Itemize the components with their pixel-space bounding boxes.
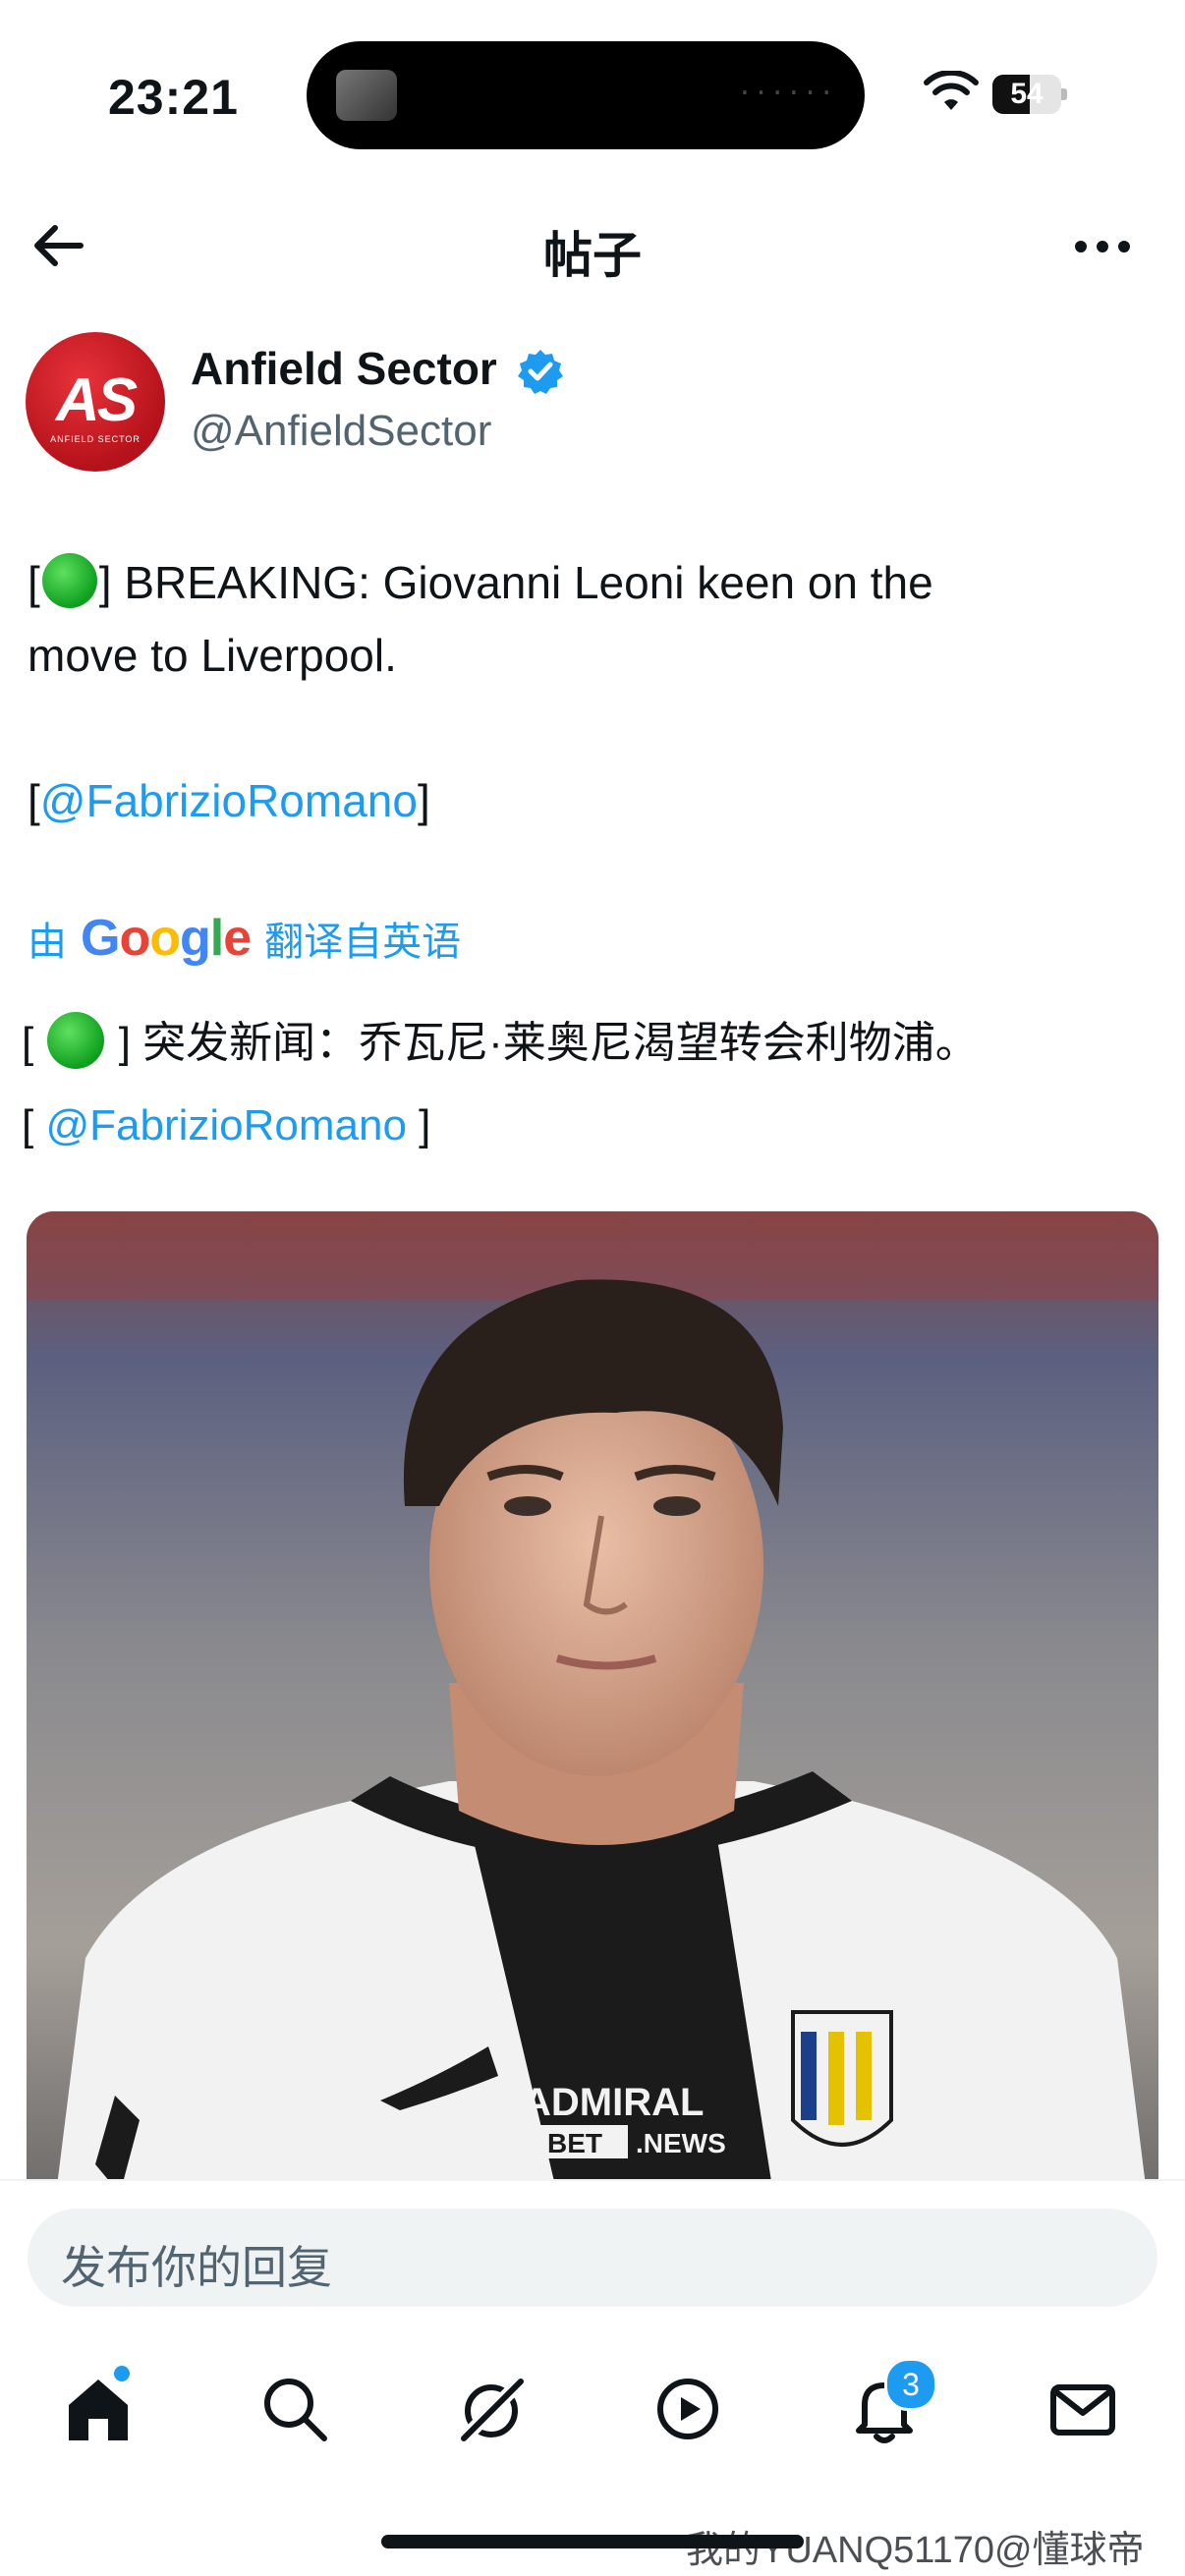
google-logo: Google	[81, 910, 252, 967]
avatar-logo-subtext: ANFIELD SECTOR	[50, 434, 141, 444]
avatar-logo-text: AS	[55, 366, 138, 434]
now-playing-thumbnail	[336, 70, 397, 121]
player-photo: ADMIRAL BET .NEWS	[27, 1211, 1158, 2194]
reply-composer: 发布你的回复	[0, 2179, 1185, 2338]
post-image[interactable]: ADMIRAL BET .NEWS	[27, 1211, 1158, 2194]
status-time: 23:21	[108, 70, 239, 125]
battery-icon: 54	[992, 75, 1067, 114]
top-navigation: 帖子	[0, 187, 1185, 308]
more-options-button[interactable]	[1071, 222, 1134, 271]
author-avatar[interactable]: AS ANFIELD SECTOR	[26, 332, 165, 472]
tab-search[interactable]	[255, 2370, 334, 2448]
verified-badge-icon	[518, 350, 563, 394]
sponsor-text: ADMIRAL	[523, 2081, 704, 2124]
green-circle-icon	[41, 553, 97, 608]
translation-prefix: 由	[28, 921, 67, 964]
mention-link[interactable]: @FabrizioRomano	[40, 775, 418, 826]
video-icon	[657, 2379, 718, 2439]
post-body: [] BREAKING: Giovanni Leoni keen on the …	[28, 546, 1157, 837]
home-unread-dot	[114, 2366, 130, 2381]
watermark-text: 我的YUANQ51170@懂球帝	[686, 2530, 1145, 2571]
sponsor-text-3: .NEWS	[636, 2128, 726, 2158]
tab-home[interactable]	[59, 2366, 138, 2448]
tab-grok[interactable]	[452, 2370, 531, 2448]
grok-icon	[459, 2377, 526, 2443]
post-line-1: [ ] BREAKING: Giovanni Leoni keen on the	[28, 546, 1157, 619]
translated-line-1: [ ] 突发新闻：乔瓦尼·莱奥尼渴望转会利物浦。	[22, 1002, 979, 1085]
bracket-open: [	[28, 557, 40, 608]
mention-link[interactable]: @FabrizioRomano	[45, 1101, 406, 1149]
sponsor-text-2: BET	[547, 2128, 602, 2158]
battery-percent: 54	[1010, 78, 1044, 110]
island-activity-dots: ······	[737, 79, 835, 108]
tab-notifications[interactable]: 3	[845, 2358, 937, 2448]
post-line-2: move to Liverpool.	[28, 630, 397, 681]
bracket-close: ]	[417, 775, 430, 826]
translated-text: [ ] 突发新闻：乔瓦尼·莱奥尼渴望转会利物浦。 [ @FabrizioRoma…	[22, 1002, 979, 1167]
tab-video[interactable]	[649, 2370, 727, 2448]
translated-line-2: [ @FabrizioRomano ]	[22, 1101, 431, 1149]
messages-icon	[1050, 2384, 1115, 2436]
bracket-open: [	[28, 775, 40, 826]
search-icon	[264, 2379, 327, 2441]
home-icon	[69, 2380, 128, 2440]
wifi-icon	[924, 71, 979, 110]
green-circle-icon	[47, 1012, 105, 1069]
post-source-line: [@FabrizioRomano]	[28, 764, 1157, 837]
translation-label[interactable]: 由 Google 翻译自英语	[28, 904, 461, 973]
tab-messages[interactable]	[1044, 2370, 1122, 2448]
translation-suffix: 翻译自英语	[264, 921, 462, 964]
author-name[interactable]: Anfield Sector	[191, 342, 497, 395]
status-bar: 23:21 ······ 54	[0, 0, 1185, 187]
author-handle[interactable]: @AnfieldSector	[191, 407, 491, 456]
page-title: 帖子	[543, 228, 642, 283]
reply-placeholder: 发布你的回复	[61, 2242, 332, 2293]
notification-count-badge: 3	[884, 2358, 937, 2411]
dynamic-island: ······	[307, 41, 865, 149]
post-headline-text: ] BREAKING: Giovanni Leoni keen on the	[98, 557, 933, 608]
bottom-tab-bar: 3	[0, 2336, 1185, 2474]
